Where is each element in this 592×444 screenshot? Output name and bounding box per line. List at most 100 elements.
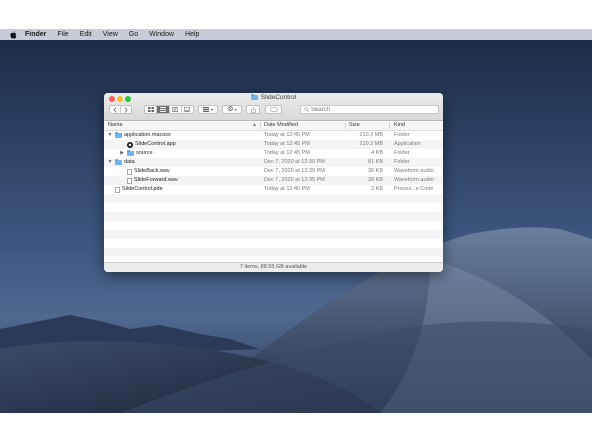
menu-bar: Finder File Edit View Go Window Help [0, 29, 592, 40]
file-name: application.macosx [124, 132, 171, 138]
window-title-text: SlideControl [260, 94, 297, 101]
file-date: Today at 12:40 PM [264, 186, 310, 192]
folder-icon [127, 150, 134, 156]
empty-row [104, 203, 443, 212]
disclosure-closed-icon[interactable]: ▶ [119, 149, 125, 158]
column-divider[interactable] [389, 122, 390, 129]
folder-icon [250, 94, 258, 100]
file-size: 36 KB [368, 168, 383, 174]
menu-finder[interactable]: Finder [25, 29, 46, 40]
empty-row [104, 239, 443, 248]
file-kind: Folder [394, 132, 410, 138]
file-kind: Waveform audio [394, 177, 434, 183]
table-row[interactable]: ▶ source Today at 12:45 PM 4 KB Folder [104, 149, 443, 158]
search-field[interactable] [300, 105, 439, 114]
table-row[interactable]: SlideForward.wav Dec 7, 2020 at 12:35 PM… [104, 176, 443, 185]
empty-row [104, 194, 443, 203]
window-title: SlideControl [104, 94, 443, 101]
column-divider[interactable] [260, 122, 261, 129]
gallery-icon [184, 107, 191, 112]
empty-row [104, 221, 443, 230]
file-date: Today at 12:45 PM [264, 150, 310, 156]
column-header-date[interactable]: Date Modified [264, 121, 298, 130]
table-row[interactable]: ▼ data Dec 7, 2020 at 12:39 PM 81 KB Fol… [104, 158, 443, 167]
column-header-name[interactable]: Name [108, 121, 123, 130]
window-titlebar[interactable]: SlideControl ▾ ⚙ ▾ Search [104, 93, 443, 121]
chevron-down-icon: ▾ [210, 107, 213, 112]
file-date: Today at 12:45 PM [264, 141, 310, 147]
grid-icon [147, 107, 154, 112]
search-icon [304, 107, 309, 112]
chevron-right-icon [124, 106, 128, 113]
file-date: Dec 7, 2020 at 12:39 PM [264, 168, 325, 174]
file-size: 38 KB [368, 177, 383, 183]
file-kind: Application [394, 141, 421, 147]
file-kind: Waveform audio [394, 168, 434, 174]
disclosure-open-icon[interactable]: ▼ [107, 158, 113, 167]
share-icon [250, 106, 256, 113]
file-name: SlideControl.pde [122, 186, 163, 192]
file-name: SlideControl.app [135, 141, 176, 147]
column-header-kind[interactable]: Kind [394, 121, 405, 130]
table-row[interactable]: ▼ application.macosx Today at 12:45 PM 2… [104, 131, 443, 140]
file-kind: Folder [394, 150, 410, 156]
group-button[interactable]: ▾ [198, 105, 218, 114]
file-kind: Proces...e Code [394, 186, 434, 192]
empty-row [104, 248, 443, 257]
document-icon [115, 186, 120, 193]
file-date: Today at 12:45 PM [264, 132, 310, 138]
share-button[interactable] [246, 105, 260, 114]
search-input[interactable] [311, 106, 431, 113]
column-header-row: Name ▲ Date Modified Size Kind [104, 121, 443, 131]
tags-button[interactable] [265, 105, 282, 114]
file-name: source [136, 150, 153, 156]
group-icon [202, 107, 209, 112]
file-size: 210.3 MB [359, 132, 383, 138]
list-view-button[interactable] [156, 106, 169, 113]
gallery-view-button[interactable] [180, 106, 193, 113]
column-header-size[interactable]: Size [349, 121, 360, 130]
column-divider[interactable] [345, 122, 346, 129]
file-list: ▼ application.macosx Today at 12:45 PM 2… [104, 131, 443, 263]
view-mode-control [144, 105, 194, 114]
file-name: SlideForward.wav [134, 177, 178, 183]
menu-file[interactable]: File [57, 29, 68, 40]
file-kind: Folder [394, 159, 410, 165]
menu-window[interactable]: Window [149, 29, 174, 40]
table-row[interactable]: SlideControl.pde Today at 12:40 PM 2 KB … [104, 185, 443, 194]
file-name: SlideBack.wav [134, 168, 170, 174]
screen: Finder File Edit View Go Window Help Sli… [0, 29, 592, 413]
document-icon [127, 168, 132, 175]
chevron-down-icon: ▾ [234, 107, 237, 112]
chevron-left-icon [113, 106, 117, 113]
column-view-button[interactable] [168, 106, 181, 113]
file-name: data [124, 159, 135, 165]
table-row[interactable]: SlideBack.wav Dec 7, 2020 at 12:39 PM 36… [104, 167, 443, 176]
file-size: 2 KB [371, 186, 383, 192]
file-size: 210.3 MB [359, 141, 383, 147]
icon-view-button[interactable] [145, 106, 156, 113]
document-icon [127, 177, 132, 184]
empty-row [104, 230, 443, 239]
back-button[interactable] [110, 106, 120, 113]
file-date: Dec 7, 2020 at 12:35 PM [264, 177, 325, 183]
folder-icon [115, 132, 122, 138]
empty-row [104, 212, 443, 221]
apple-menu-icon[interactable] [9, 30, 17, 39]
gear-icon: ⚙ [227, 106, 234, 113]
table-row[interactable]: ◆ SlideControl.app Today at 12:45 PM 210… [104, 140, 443, 149]
app-icon: ◆ [127, 141, 133, 148]
status-bar: 7 items, 88.55 GB available [104, 262, 443, 272]
finder-window: SlideControl ▾ ⚙ ▾ Search Name ▲ Date Mo… [104, 93, 443, 272]
disclosure-open-icon[interactable]: ▼ [107, 131, 113, 140]
forward-button[interactable] [120, 106, 131, 113]
menu-go[interactable]: Go [129, 29, 138, 40]
menu-help[interactable]: Help [185, 29, 199, 40]
folder-icon [115, 159, 122, 165]
action-button[interactable]: ⚙ ▾ [222, 105, 242, 114]
file-size: 4 KB [371, 150, 383, 156]
menu-edit[interactable]: Edit [80, 29, 92, 40]
file-date: Dec 7, 2020 at 12:39 PM [264, 159, 325, 165]
menu-view[interactable]: View [103, 29, 118, 40]
back-forward-control [109, 105, 132, 114]
